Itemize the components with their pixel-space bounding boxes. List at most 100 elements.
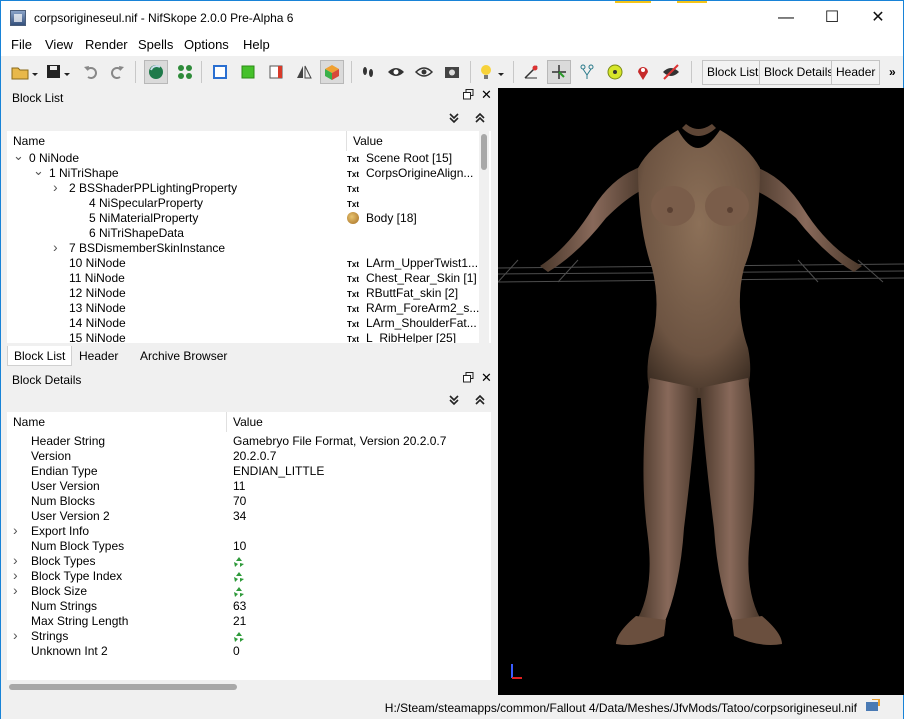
block-list-row[interactable]: › 2 BSShaderPPLightingProperty Txt (7, 180, 481, 196)
block-details-toggle[interactable]: Block Details (759, 60, 839, 85)
detail-row[interactable]: Num Blocks 70 (7, 494, 491, 509)
cube-side-icon[interactable] (264, 60, 288, 84)
cube-green-icon[interactable] (236, 60, 260, 84)
column-header-value[interactable]: Value (347, 131, 481, 151)
eye-icon[interactable] (384, 60, 408, 84)
redo-icon[interactable] (105, 60, 129, 84)
collapsed-arrow-icon[interactable]: › (13, 568, 18, 583)
collapsed-arrow-icon[interactable]: › (13, 553, 18, 568)
block-list-row[interactable]: ⌄ 0 NiNode Txt Scene Root [15] (7, 148, 481, 166)
axes-red-icon[interactable] (519, 60, 543, 84)
detail-row[interactable]: Num Block Types 10 (7, 539, 491, 554)
block-list-toggle[interactable]: Block List (702, 60, 764, 85)
collapsed-arrow-icon[interactable]: › (13, 628, 18, 643)
detail-row[interactable]: Unknown Int 2 0 (7, 644, 491, 659)
block-list-tree[interactable]: Name Value ⌄ 0 NiNode Txt Scene Root [15] ⌄ 1… (7, 131, 491, 343)
detail-row[interactable]: Endian Type ENDIAN_LITTLE (7, 464, 491, 479)
column-header-name[interactable]: Name (7, 412, 227, 432)
detail-row[interactable]: Header String Gamebryo File Format, Versi… (7, 434, 491, 449)
block-list-row[interactable]: 14 NiNode Txt LArm_ShoulderFat... (7, 316, 481, 331)
target-icon[interactable] (603, 60, 627, 84)
collapse-all-icon[interactable] (473, 112, 487, 126)
marker-icon[interactable] (631, 60, 655, 84)
menu-view[interactable]: View (45, 37, 73, 52)
expanded-arrow-icon[interactable]: ⌄ (33, 163, 44, 178)
expand-all-icon[interactable] (447, 112, 461, 126)
block-list-row[interactable]: 5 NiMaterialProperty Body [18] (7, 211, 481, 226)
collapse-all-icon[interactable] (473, 394, 487, 408)
lightbulb-icon[interactable] (476, 60, 508, 84)
menu-render[interactable]: Render (85, 37, 128, 52)
mirror-icon[interactable] (292, 60, 316, 84)
block-details-hscrollbar[interactable] (7, 682, 491, 692)
block-list-row[interactable]: 12 NiNode Txt RButtFat_skin [2] (7, 286, 481, 301)
footprints-icon[interactable] (356, 60, 380, 84)
cube-front-icon[interactable] (208, 60, 232, 84)
menu-options[interactable]: Options (184, 37, 229, 52)
detail-row[interactable]: User Version 11 (7, 479, 491, 494)
block-list-scrollbar[interactable] (479, 131, 489, 343)
close-button[interactable]: ✕ (855, 1, 901, 34)
minimize-button[interactable]: — (763, 1, 809, 34)
scroll-thumb[interactable] (481, 134, 487, 170)
menu-file[interactable]: File (11, 37, 32, 52)
block-list-row[interactable]: ⌄ 1 NiTriShape Txt CorpsOrigineAlign... (7, 163, 481, 181)
float-icon[interactable] (463, 372, 474, 386)
column-header-name[interactable]: Name (7, 131, 347, 151)
detail-row[interactable]: Version 20.2.0.7 (7, 449, 491, 464)
block-name: 7 BSDismemberSkinInstance (69, 241, 226, 255)
skeleton-icon[interactable] (575, 60, 599, 84)
block-list-row[interactable]: 15 NiNode Txt L_RibHelper [25] (7, 331, 481, 343)
recycle-icon (233, 555, 245, 570)
detail-row[interactable]: Num Strings 63 (7, 599, 491, 614)
block-name: 4 NiSpecularProperty (89, 196, 204, 210)
screenshot-icon[interactable] (440, 60, 464, 84)
block-details-tree[interactable]: Name Value Header String Gamebryo File Fo… (7, 412, 491, 680)
close-icon[interactable]: ✕ (481, 370, 492, 386)
eye-outline-icon[interactable] (412, 60, 436, 84)
render-viewport[interactable] (498, 88, 904, 695)
open-icon[interactable] (9, 60, 39, 84)
header-toggle[interactable]: Header (831, 60, 881, 85)
block-list-row[interactable]: 6 NiTriShapeData (7, 226, 481, 241)
detail-row[interactable]: › Block Type Index (7, 568, 491, 584)
float-icon[interactable] (463, 89, 474, 103)
detail-row[interactable]: › Export Info (7, 523, 491, 539)
cube-color-icon[interactable] (320, 60, 344, 84)
text-type-icon: Txt (347, 260, 359, 269)
undo-icon[interactable] (79, 60, 103, 84)
detail-row[interactable]: › Strings (7, 628, 491, 645)
app-icon (10, 10, 26, 26)
collapsed-arrow-icon[interactable]: › (53, 240, 58, 255)
tab-header[interactable]: Header (73, 346, 124, 366)
block-list-row[interactable]: 10 NiNode Txt LArm_UpperTwist1... (7, 256, 481, 271)
recycle-icon (233, 630, 245, 645)
column-header-value[interactable]: Value (227, 412, 491, 432)
collapsed-arrow-icon[interactable]: › (13, 583, 18, 598)
close-icon[interactable]: ✕ (481, 87, 492, 103)
axes-green-icon[interactable] (547, 60, 571, 84)
expanded-arrow-icon[interactable]: ⌄ (13, 148, 24, 163)
block-list-row[interactable]: 4 NiSpecularProperty Txt (7, 196, 481, 211)
block-list-row[interactable]: › 7 BSDismemberSkinInstance (7, 240, 481, 256)
hide-icon[interactable] (659, 60, 683, 84)
toolbar-overflow-button[interactable]: » (889, 65, 896, 79)
block-list-row[interactable]: 13 NiNode Txt RArm_ForeArm2_s... (7, 301, 481, 316)
detail-row[interactable]: Max String Length 21 (7, 614, 491, 629)
menu-help[interactable]: Help (243, 37, 270, 52)
scroll-thumb[interactable] (9, 684, 237, 690)
expand-all-icon[interactable] (447, 394, 461, 408)
detail-row[interactable]: › Block Size (7, 583, 491, 599)
detail-row[interactable]: › Block Types (7, 553, 491, 570)
tab-block-list[interactable]: Block List (7, 346, 73, 366)
block-list-row[interactable]: 11 NiNode Txt Chest_Rear_Skin [1] (7, 271, 481, 286)
menu-spells[interactable]: Spells (138, 37, 173, 52)
lighting-icon[interactable] (144, 60, 168, 84)
save-icon[interactable] (43, 60, 73, 84)
nodes-icon[interactable] (173, 60, 197, 84)
maximize-button[interactable]: ☐ (809, 1, 855, 34)
collapsed-arrow-icon[interactable]: › (53, 180, 58, 195)
detail-row[interactable]: User Version 2 34 (7, 509, 491, 524)
collapsed-arrow-icon[interactable]: › (13, 523, 18, 538)
tab-archive-browser[interactable]: Archive Browser (134, 346, 233, 366)
